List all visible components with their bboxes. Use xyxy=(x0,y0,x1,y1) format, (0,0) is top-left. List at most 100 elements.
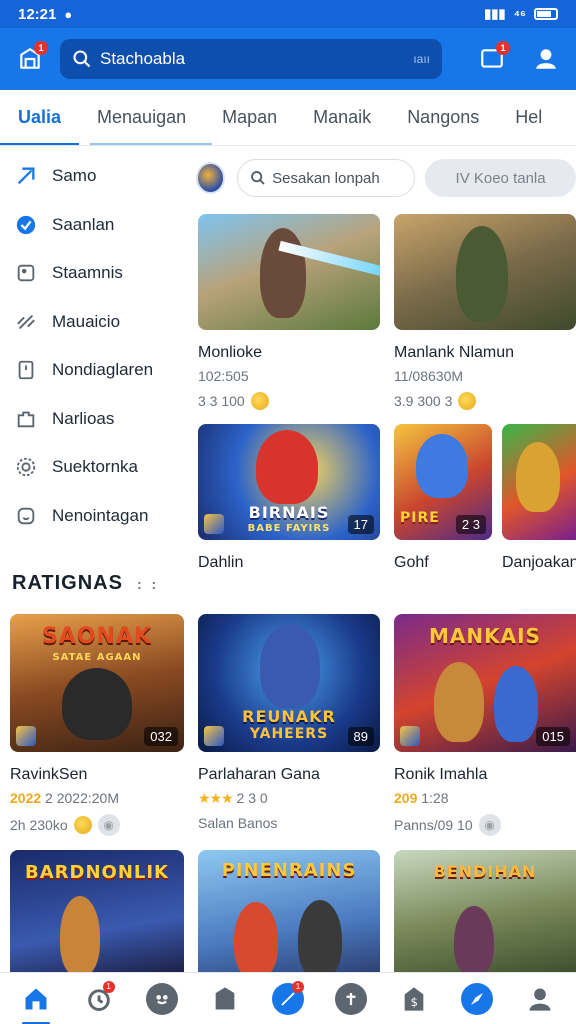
game-card[interactable]: Manlank Nlamun 11/08630M 3.9 300 3 xyxy=(394,214,576,410)
game-title: Dahlin xyxy=(198,554,244,571)
svg-text:$: $ xyxy=(411,995,418,1009)
play-stats: Salan Banos xyxy=(198,815,278,831)
game-card[interactable]: BIRNAIS BABE FAYIRS 17 Dahlin xyxy=(198,424,380,572)
profile-button[interactable] xyxy=(528,41,564,77)
game-title: Monlioke xyxy=(198,344,263,361)
sidebar-item-mauaicio[interactable]: Mauaicio xyxy=(0,298,190,347)
more-options-icon[interactable]: ◉ xyxy=(97,814,120,836)
game-card[interactable]: Monlioke 102:505 3 3 100 xyxy=(198,214,380,410)
feather-icon xyxy=(14,164,38,188)
sidebar-item-suektornka[interactable]: Suektornka xyxy=(0,443,190,492)
smile-icon xyxy=(14,504,38,528)
sidebar-item-label: Nenointagan xyxy=(52,505,149,525)
link-icon xyxy=(14,310,38,334)
game-title: Manlank Nlamun xyxy=(394,344,515,361)
tab-hel[interactable]: Hel xyxy=(497,90,560,145)
sidebar-item-saanlan[interactable]: Saanlan xyxy=(0,201,190,250)
avatar[interactable] xyxy=(196,162,226,194)
nav-bag[interactable]: $ xyxy=(394,979,434,1019)
sidebar-item-samo[interactable]: Samo xyxy=(0,152,190,201)
section-title: RATIGNAS : : xyxy=(12,572,159,595)
coin-icon xyxy=(73,816,92,834)
sidebar-item-label: Samo xyxy=(52,166,97,186)
game-thumbnail: BENDIHAN xyxy=(394,850,576,980)
nav-alarm[interactable]: 1 xyxy=(79,979,119,1019)
pencil-badge: 1 xyxy=(291,980,304,993)
messages-badge: 1 xyxy=(496,41,510,55)
game-art-title: REUNAKR xyxy=(242,707,336,726)
game-card[interactable]: MANKAIS 015 Ronik Imahla 209 1:28 Panns/… xyxy=(394,614,576,836)
game-meta: Salan Banos xyxy=(198,815,380,831)
square-dot-icon xyxy=(14,261,38,285)
game-card[interactable]: PINENRAINS xyxy=(198,850,380,980)
tab-nangons[interactable]: Nangons xyxy=(389,90,497,145)
game-card[interactable]: SAONAK SATAE AGAAN 032 RavinkSen 2022 2 … xyxy=(10,614,184,836)
game-title: RavinkSen xyxy=(10,766,88,783)
sidebar-item-narlioas[interactable]: Narlioas xyxy=(0,395,190,444)
status-time: 12:21 xyxy=(18,5,57,23)
nav-pencil[interactable]: 1 xyxy=(268,979,308,1019)
play-stats: Panns/09 10 xyxy=(394,817,473,833)
star-rating: ★★★ xyxy=(198,790,234,806)
nav-emoji[interactable] xyxy=(142,979,182,1019)
rating-value: 2022 xyxy=(10,790,42,806)
tab-manaik[interactable]: Manaik xyxy=(295,90,389,145)
game-art-title: BARDNONLIK xyxy=(25,862,169,883)
section-title-text: RATIGNAS xyxy=(12,572,123,594)
game-art-title: MANKAIS xyxy=(429,624,541,648)
more-options-icon[interactable]: ◉ xyxy=(478,814,501,836)
game-subtitle: 2022 2 2022:20M xyxy=(10,790,184,806)
play-stats: 2h 230ko xyxy=(10,817,68,833)
content-search-input[interactable] xyxy=(272,169,403,187)
sidebar-item-nondiaglaren[interactable]: Nondiaglaren xyxy=(0,346,190,395)
more-icon[interactable]: : : xyxy=(137,576,159,592)
release-info: 1:28 xyxy=(421,790,449,806)
filter-chip[interactable]: IV Koeo tanla xyxy=(425,159,576,197)
sidebar-item-label: Nondiaglaren xyxy=(52,360,154,380)
game-card[interactable]: PIRE 2 3 Gohf xyxy=(394,424,492,572)
nav-compass[interactable] xyxy=(457,979,497,1019)
nav-home[interactable] xyxy=(16,979,56,1024)
game-art-title: SAONAK xyxy=(41,624,153,649)
tool-icon xyxy=(335,982,368,1015)
nav-tool[interactable] xyxy=(331,979,371,1019)
game-thumbnail: PIRE 2 3 xyxy=(394,424,492,540)
search-icon xyxy=(73,50,91,68)
rating-value: 209 xyxy=(394,790,418,806)
episode-count: 2 3 xyxy=(455,515,486,534)
inbox-button[interactable]: 1 xyxy=(12,41,48,77)
tab-menauigan[interactable]: Menauigan xyxy=(79,90,204,145)
game-card[interactable]: BENDIHAN xyxy=(394,850,576,980)
search-bar[interactable]: ıaıı xyxy=(60,39,442,79)
sidebar-item-staamnis[interactable]: Staamnis xyxy=(0,249,190,298)
game-meta: 3 3 100 xyxy=(198,392,380,410)
tab-ualia[interactable]: Ualia xyxy=(0,90,80,145)
sidebar-item-label: Mauaicio xyxy=(52,311,121,331)
profile-icon xyxy=(529,988,551,1011)
puzzle-icon xyxy=(14,407,38,431)
status-icons: ▮▮▮ ⁴⁶ xyxy=(484,6,558,22)
person-icon xyxy=(536,49,556,69)
sidebar-item-nenointagan[interactable]: Nenointagan xyxy=(0,492,190,541)
notification-icon: ● xyxy=(64,6,73,22)
bottom-navigation: 1 1 $ xyxy=(0,972,576,1024)
tab-mapan[interactable]: Mapan xyxy=(204,90,295,145)
publisher-logo xyxy=(204,514,224,534)
check-badge-icon xyxy=(14,213,38,237)
sidebar-item-label: Narlioas xyxy=(52,408,115,428)
messages-button[interactable]: 1 xyxy=(474,41,510,77)
release-info: 2 3 0 xyxy=(236,790,268,806)
content-search[interactable] xyxy=(237,159,416,197)
game-card[interactable]: REUNAKR YAHEERS 89 Parlaharan Gana ★★★ 2… xyxy=(198,614,380,831)
game-art-title: PINENRAINS xyxy=(221,860,357,881)
game-meta: 2h 230ko ◉ xyxy=(10,814,184,836)
game-price: 3.9 300 3 xyxy=(394,393,453,409)
search-input[interactable] xyxy=(100,49,414,69)
game-card[interactable]: Danjoakan xyxy=(502,424,576,572)
game-thumbnail xyxy=(198,214,380,330)
nav-shield[interactable] xyxy=(205,979,245,1019)
game-art-title: BENDIHAN xyxy=(433,862,537,881)
shield-icon xyxy=(215,986,235,1009)
game-card[interactable]: BARDNONLIK xyxy=(10,850,184,980)
nav-profile[interactable] xyxy=(520,979,560,1019)
